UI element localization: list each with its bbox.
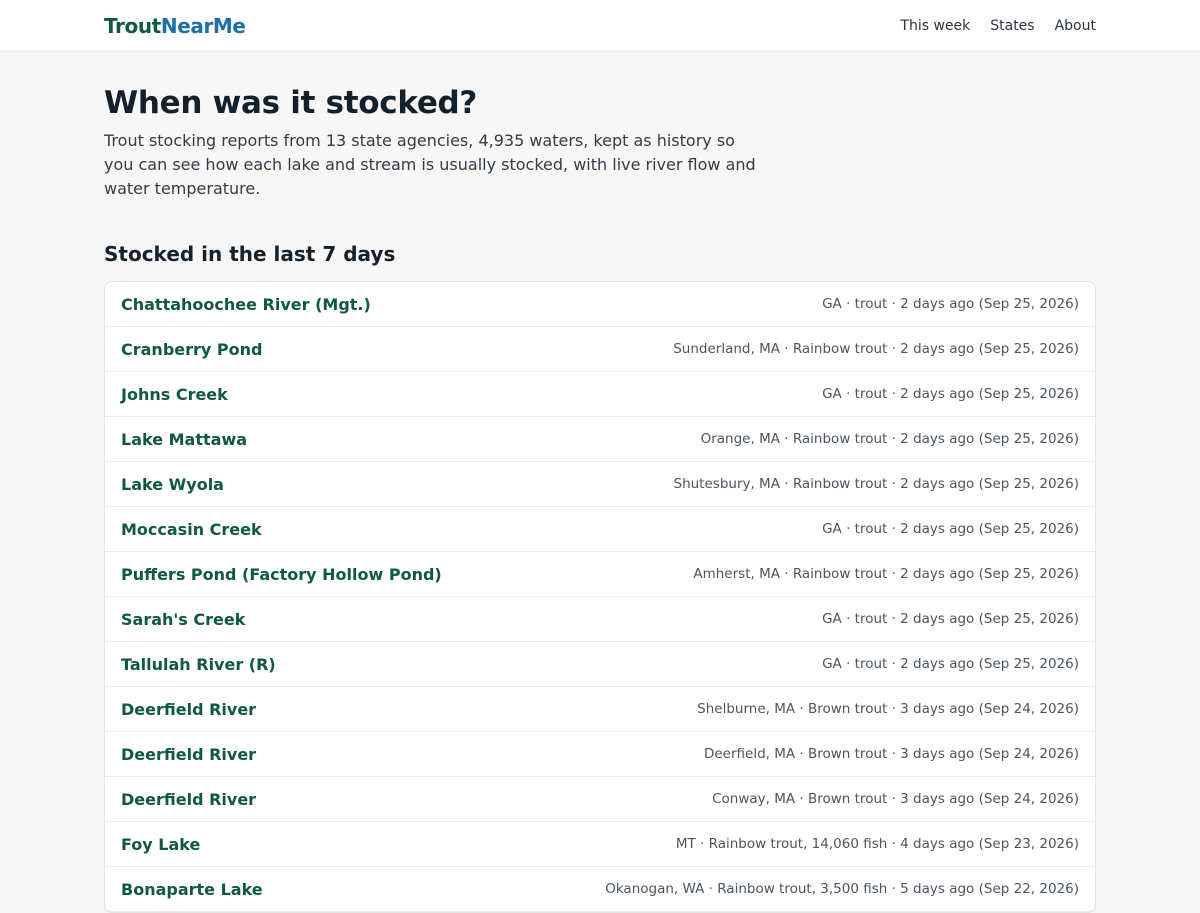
list-item: Deerfield River Conway, MA · Brown trout … xyxy=(105,777,1095,822)
stocking-details: Amherst, MA · Rainbow trout · 2 days ago… xyxy=(693,566,1079,582)
water-name-link[interactable]: Deerfield River xyxy=(121,745,256,764)
water-name-link[interactable]: Bonaparte Lake xyxy=(121,880,263,899)
list-item: Deerfield River Shelburne, MA · Brown tro… xyxy=(105,687,1095,732)
nav-link-states[interactable]: States xyxy=(990,18,1034,34)
brand-logo-link[interactable]: TroutNearMe xyxy=(104,14,246,38)
water-name-link[interactable]: Sarah's Creek xyxy=(121,610,245,629)
nav-link-about[interactable]: About xyxy=(1055,18,1096,34)
stocking-details: Sunderland, MA · Rainbow trout · 2 days … xyxy=(673,341,1079,357)
water-name-link[interactable]: Tallulah River (R) xyxy=(121,655,276,674)
stocking-details: Deerfield, MA · Brown trout · 3 days ago… xyxy=(703,746,1079,762)
main-nav: This week States About xyxy=(900,18,1096,34)
stocking-details: Shelburne, MA · Brown trout · 3 days ago… xyxy=(697,701,1079,717)
stocking-details: GA · trout · 2 days ago (Sep 25, 2026) xyxy=(822,296,1079,312)
stocking-details: Orange, MA · Rainbow trout · 2 days ago … xyxy=(700,431,1079,447)
list-item: Sarah's Creek GA · trout · 2 days ago (Se… xyxy=(105,597,1095,642)
water-name-link[interactable]: Puffers Pond (Factory Hollow Pond) xyxy=(121,565,442,584)
water-name-link[interactable]: Lake Mattawa xyxy=(121,430,247,449)
list-item: Puffers Pond (Factory Hollow Pond) Amhers… xyxy=(105,552,1095,597)
stocking-details: GA · trout · 2 days ago (Sep 25, 2026) xyxy=(822,386,1079,402)
list-item: Lake Wyola Shutesbury, MA · Rainbow trout… xyxy=(105,462,1095,507)
list-item: Tallulah River (R) GA · trout · 2 days ag… xyxy=(105,642,1095,687)
water-name-link[interactable]: Deerfield River xyxy=(121,700,256,719)
section-title-recent: Stocked in the last 7 days xyxy=(104,242,396,266)
list-item: Chattahoochee River (Mgt.) GA · trout · 2… xyxy=(105,282,1095,327)
header-inner: TroutNearMe This week States About xyxy=(104,0,1096,52)
water-name-link[interactable]: Moccasin Creek xyxy=(121,520,262,539)
nav-link-this-week[interactable]: This week xyxy=(900,18,970,34)
water-name-link[interactable]: Deerfield River xyxy=(121,790,256,809)
stocking-details: MT · Rainbow trout, 14,060 fish · 4 days… xyxy=(675,836,1079,852)
list-item: Lake Mattawa Orange, MA · Rainbow trout ·… xyxy=(105,417,1095,462)
list-item: Foy Lake MT · Rainbow trout, 14,060 fish … xyxy=(105,822,1095,867)
stocking-details: GA · trout · 2 days ago (Sep 25, 2026) xyxy=(822,521,1079,537)
list-item: Bonaparte Lake Okanogan, WA · Rainbow tro… xyxy=(105,867,1095,912)
brand-name-part1: Trout xyxy=(104,14,161,38)
stocking-details: GA · trout · 2 days ago (Sep 25, 2026) xyxy=(822,656,1079,672)
water-name-link[interactable]: Lake Wyola xyxy=(121,475,224,494)
main-content: When was it stocked? Trout stocking repo… xyxy=(104,53,1096,913)
water-name-link[interactable]: Chattahoochee River (Mgt.) xyxy=(121,295,371,314)
stocking-details: GA · trout · 2 days ago (Sep 25, 2026) xyxy=(822,611,1079,627)
page-title: When was it stocked? xyxy=(104,85,478,121)
water-name-link[interactable]: Cranberry Pond xyxy=(121,340,262,359)
recent-stockings-list: Chattahoochee River (Mgt.) GA · trout · 2… xyxy=(104,281,1096,913)
water-name-link[interactable]: Foy Lake xyxy=(121,835,200,854)
brand-name-part2: NearMe xyxy=(160,14,246,38)
water-name-link[interactable]: Johns Creek xyxy=(121,385,228,404)
site-header: TroutNearMe This week States About xyxy=(0,0,1200,52)
list-item: Moccasin Creek GA · trout · 2 days ago (S… xyxy=(105,507,1095,552)
stocking-details: Okanogan, WA · Rainbow trout, 3,500 fish… xyxy=(605,881,1079,897)
stocking-details: Shutesbury, MA · Rainbow trout · 2 days … xyxy=(673,476,1080,492)
list-item: Cranberry Pond Sunderland, MA · Rainbow t… xyxy=(105,327,1095,372)
list-item: Johns Creek GA · trout · 2 days ago (Sep … xyxy=(105,372,1095,417)
list-item: Deerfield River Deerfield, MA · Brown tro… xyxy=(105,732,1095,777)
page-description: Trout stocking reports from 13 state age… xyxy=(104,131,756,198)
stocking-details: Conway, MA · Brown trout · 3 days ago (S… xyxy=(712,791,1079,807)
